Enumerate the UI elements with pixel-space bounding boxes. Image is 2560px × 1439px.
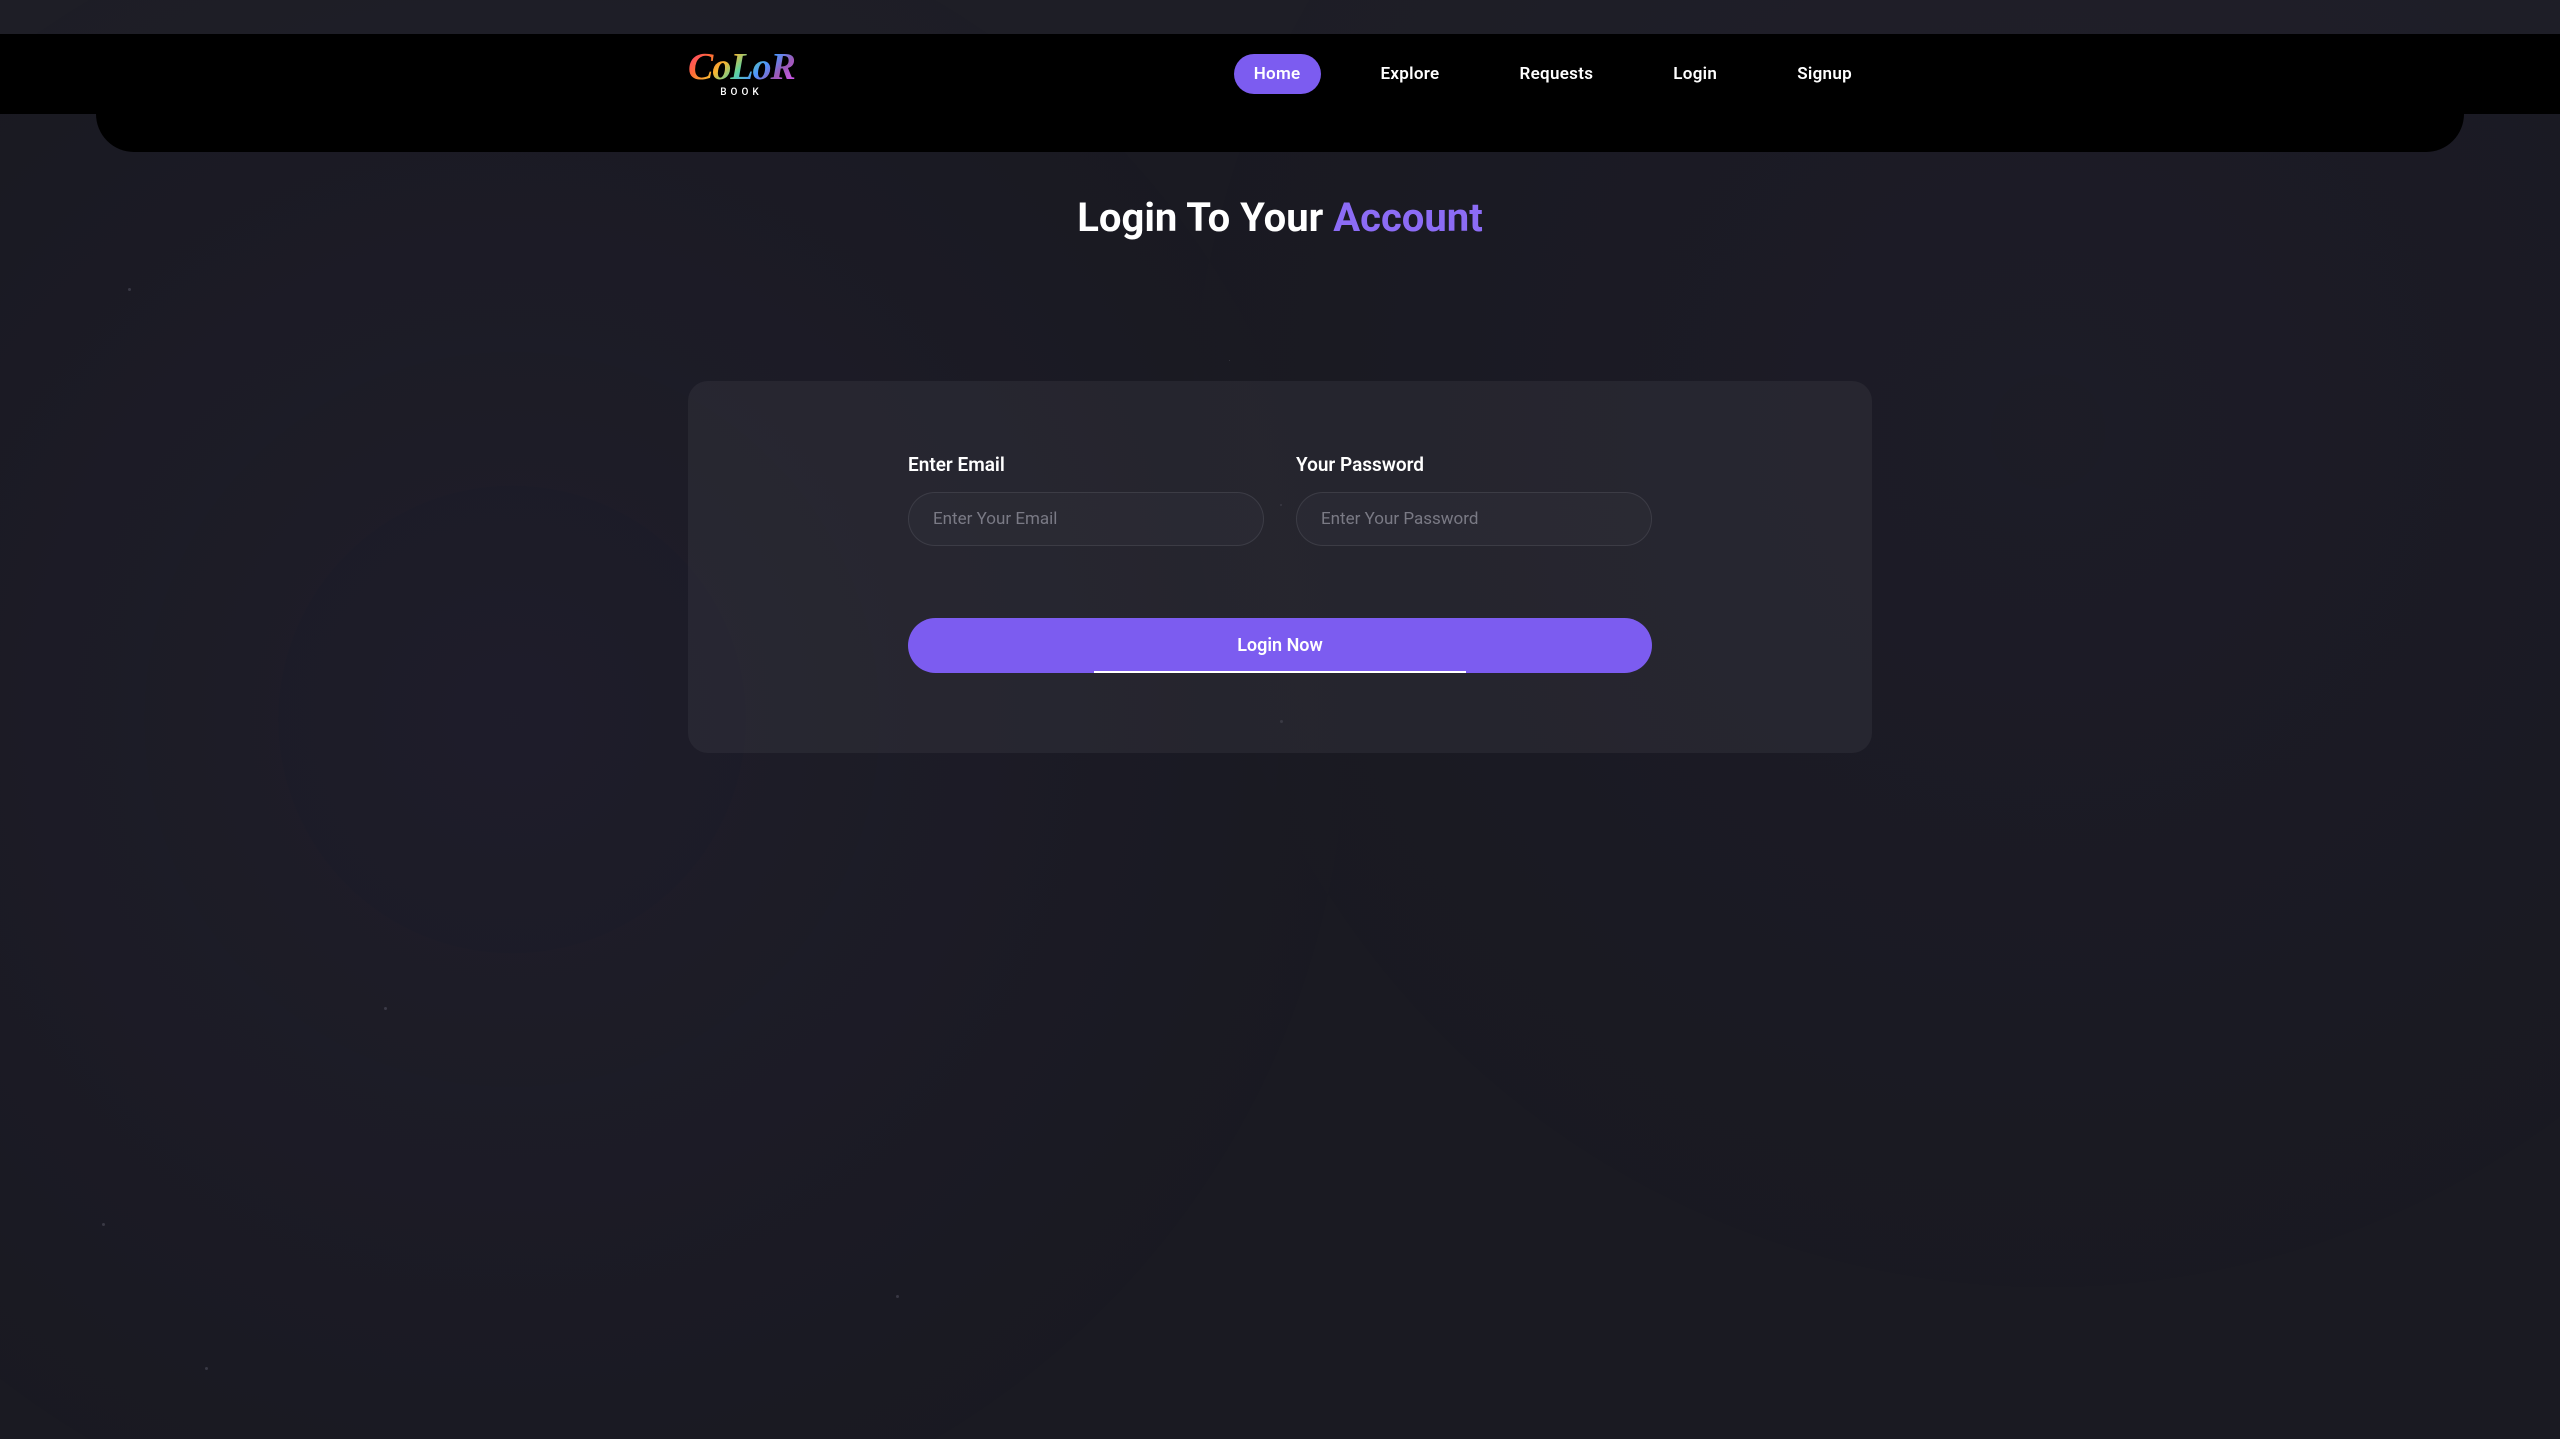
- logo-title: CoLoR: [688, 50, 795, 84]
- logo-subtitle: BOOK: [720, 87, 762, 98]
- email-group: Enter Email: [908, 453, 1264, 546]
- password-group: Your Password: [1296, 453, 1652, 546]
- page-title-prefix: Login To Your: [1077, 194, 1333, 241]
- login-card: Enter Email Your Password Login Now: [688, 381, 1872, 753]
- nav-link-signup[interactable]: Signup: [1777, 54, 1872, 94]
- password-input[interactable]: [1296, 492, 1652, 546]
- form-row: Enter Email Your Password: [908, 453, 1652, 546]
- page-title-accent: Account: [1333, 194, 1483, 241]
- page-title: Login To Your Account: [688, 194, 1872, 241]
- email-input[interactable]: [908, 492, 1264, 546]
- nav-link-requests[interactable]: Requests: [1500, 54, 1614, 94]
- password-label: Your Password: [1296, 453, 1652, 476]
- navbar-rounded-decoration: [96, 114, 2464, 152]
- login-button[interactable]: Login Now: [908, 618, 1652, 673]
- nav-link-home[interactable]: Home: [1234, 54, 1321, 94]
- navbar: CoLoR BOOK Home Explore Requests Login S…: [0, 34, 2560, 114]
- top-spacer: [0, 0, 2560, 34]
- main-content: Login To Your Account Enter Email Your P…: [640, 114, 1920, 813]
- email-label: Enter Email: [908, 453, 1264, 476]
- nav-links: Home Explore Requests Login Signup: [1234, 54, 1872, 94]
- logo[interactable]: CoLoR BOOK: [688, 50, 795, 97]
- nav-link-explore[interactable]: Explore: [1361, 54, 1460, 94]
- nav-link-login[interactable]: Login: [1653, 54, 1737, 94]
